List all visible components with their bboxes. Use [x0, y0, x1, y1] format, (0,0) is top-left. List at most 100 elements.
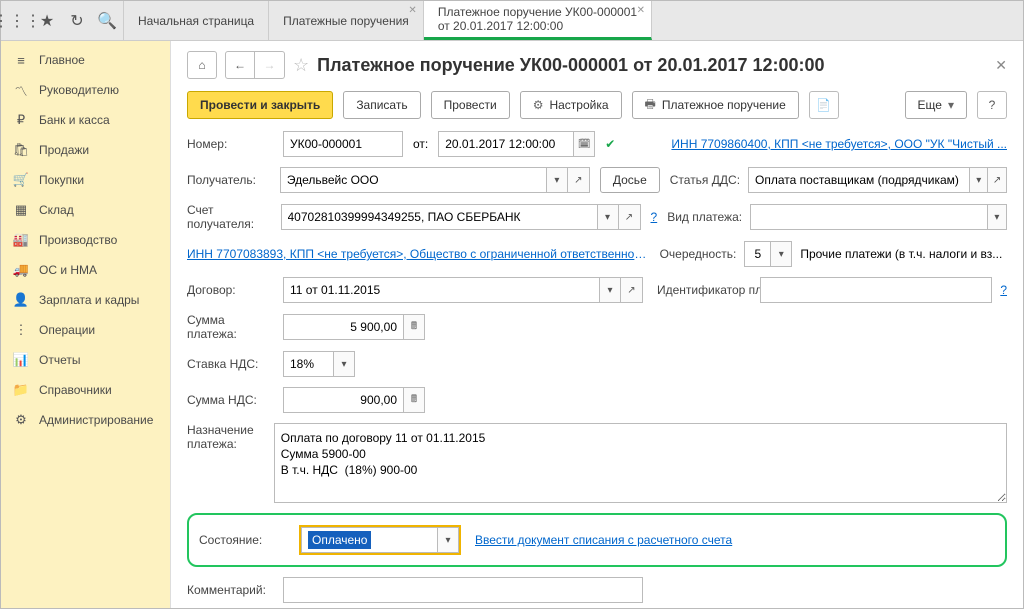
- sidebar: ≡Главное 〽Руководителю ₽Банк и касса 🛍Пр…: [1, 41, 171, 608]
- sidebar-item-admin[interactable]: ⚙Администрирование: [1, 405, 170, 435]
- close-icon[interactable]: ✕: [408, 5, 416, 16]
- sidebar-item-manager[interactable]: 〽Руководителю: [1, 75, 170, 105]
- status-highlight: Состояние: Оплачено▾ Ввести документ спи…: [187, 513, 1007, 567]
- search-icon[interactable]: 🔍: [97, 11, 117, 31]
- chevron-down-icon: ▾: [948, 98, 954, 112]
- contract-label: Договор:: [187, 283, 273, 297]
- dossier-button[interactable]: Досье: [600, 167, 660, 193]
- sidebar-item-production[interactable]: 🏭Производство: [1, 225, 170, 255]
- sidebar-item-main[interactable]: ≡Главное: [1, 45, 170, 75]
- sidebar-item-purchases[interactable]: 🛒Покупки: [1, 165, 170, 195]
- grid-icon: ▦: [13, 202, 29, 218]
- tab-payment-orders[interactable]: Платежные поручения✕: [269, 1, 424, 40]
- history-icon[interactable]: ↻: [67, 11, 87, 31]
- gear-icon: ⚙: [13, 412, 29, 428]
- post-button[interactable]: Провести: [431, 91, 510, 119]
- favorite-icon[interactable]: ☆: [293, 55, 309, 76]
- factory-icon: 🏭: [13, 232, 29, 248]
- status-label: Состояние:: [199, 533, 285, 547]
- dropdown-icon[interactable]: ▾: [969, 167, 988, 193]
- more-button[interactable]: Еще▾: [905, 91, 967, 119]
- ruble-icon: ₽: [13, 112, 29, 128]
- dropdown-icon[interactable]: ▾: [597, 204, 619, 230]
- recipient-input[interactable]: [280, 167, 546, 193]
- recip-acct-input[interactable]: [281, 204, 597, 230]
- bag-icon: 🛍: [13, 142, 29, 158]
- pay-id-input[interactable]: [760, 277, 992, 303]
- dropdown-icon[interactable]: ▾: [770, 241, 792, 267]
- vat-sum-input[interactable]: [283, 387, 403, 413]
- open-icon[interactable]: ↗: [619, 204, 641, 230]
- dropdown-icon[interactable]: ▾: [437, 527, 459, 553]
- recip-acct-label: Счет получателя:: [187, 203, 271, 231]
- page-header: ⌂ ← → ☆ Платежное поручение УК00-000001 …: [171, 41, 1023, 85]
- date-input[interactable]: [438, 131, 573, 157]
- forward-button[interactable]: →: [255, 51, 285, 79]
- recipient-label: Получатель:: [187, 173, 270, 187]
- help-link[interactable]: ?: [1000, 283, 1007, 297]
- dropdown-icon[interactable]: ▾: [333, 351, 355, 377]
- contract-input[interactable]: [283, 277, 599, 303]
- report-icon: 📊: [13, 352, 29, 368]
- calc-icon[interactable]: 🖩: [403, 387, 425, 413]
- register-link[interactable]: Ввести документ списания с расчетного сч…: [475, 533, 732, 547]
- dds-input[interactable]: [748, 167, 969, 193]
- tab-home[interactable]: Начальная страница: [124, 1, 269, 40]
- post-close-button[interactable]: Провести и закрыть: [187, 91, 333, 119]
- calc-icon[interactable]: 🖩: [403, 314, 425, 340]
- pay-id-label: Идентификатор платежа:: [657, 283, 752, 297]
- recip-details-link[interactable]: ИНН 7707083893, КПП <не требуется>, Обще…: [187, 247, 650, 261]
- sidebar-item-bank[interactable]: ₽Банк и касса: [1, 105, 170, 135]
- dropdown-icon[interactable]: ▾: [599, 277, 621, 303]
- person-icon: 👤: [13, 292, 29, 308]
- date-label: от:: [413, 137, 428, 151]
- toolbar-icons: ⋮⋮⋮ ★ ↻ 🔍: [1, 1, 124, 40]
- close-icon[interactable]: ✕: [637, 5, 645, 16]
- attachments-button[interactable]: 📄: [809, 91, 839, 119]
- priority-text: Прочие платежи (в т.ч. налоги и вз...: [800, 247, 1002, 261]
- truck-icon: 🚚: [13, 262, 29, 278]
- sidebar-item-warehouse[interactable]: ▦Склад: [1, 195, 170, 225]
- priority-input[interactable]: [744, 241, 770, 267]
- dropdown-icon[interactable]: ▾: [546, 167, 568, 193]
- sidebar-item-sales[interactable]: 🛍Продажи: [1, 135, 170, 165]
- sidebar-item-reports[interactable]: 📊Отчеты: [1, 345, 170, 375]
- purpose-textarea[interactable]: [274, 423, 1007, 503]
- menu-icon: ≡: [13, 52, 29, 68]
- save-button[interactable]: Записать: [343, 91, 420, 119]
- pay-type-label: Вид платежа:: [667, 210, 742, 224]
- calendar-icon[interactable]: 🗓: [573, 131, 595, 157]
- help-button[interactable]: ?: [977, 91, 1007, 119]
- sidebar-item-assets[interactable]: 🚚ОС и НМА: [1, 255, 170, 285]
- vat-rate-input[interactable]: [283, 351, 333, 377]
- print-icon: 🖶: [645, 95, 656, 116]
- comment-label: Комментарий:: [187, 583, 273, 597]
- help-link[interactable]: ?: [651, 210, 658, 224]
- apps-icon[interactable]: ⋮⋮⋮: [7, 11, 27, 31]
- folder-icon: 📁: [13, 382, 29, 398]
- sidebar-item-hr[interactable]: 👤Зарплата и кадры: [1, 285, 170, 315]
- number-input[interactable]: [283, 131, 403, 157]
- close-page-icon[interactable]: ✕: [995, 57, 1007, 74]
- pay-type-input[interactable]: [750, 204, 987, 230]
- back-button[interactable]: ←: [225, 51, 255, 79]
- open-icon[interactable]: ↗: [568, 167, 590, 193]
- amount-input[interactable]: [283, 314, 403, 340]
- status-select[interactable]: Оплачено: [301, 527, 437, 553]
- vat-sum-label: Сумма НДС:: [187, 393, 273, 407]
- sidebar-item-operations[interactable]: ⋮Операции: [1, 315, 170, 345]
- print-button[interactable]: 🖶Платежное поручение: [632, 91, 799, 119]
- home-button[interactable]: ⌂: [187, 51, 217, 79]
- tabs: Начальная страница Платежные поручения✕ …: [124, 1, 652, 40]
- star-icon[interactable]: ★: [37, 11, 57, 31]
- amount-label: Сумма платежа:: [187, 313, 273, 341]
- tab-payment-order-doc[interactable]: Платежное поручение УК00-000001 от 20.01…: [424, 1, 652, 40]
- comment-input[interactable]: [283, 577, 643, 603]
- settings-button[interactable]: ⚙Настройка: [520, 91, 622, 119]
- open-icon[interactable]: ↗: [988, 167, 1007, 193]
- dropdown-icon[interactable]: ▾: [987, 204, 1007, 230]
- sidebar-item-catalogs[interactable]: 📁Справочники: [1, 375, 170, 405]
- purpose-label: Назначение платежа:: [187, 423, 264, 451]
- open-icon[interactable]: ↗: [621, 277, 643, 303]
- payer-details-link[interactable]: ИНН 7709860400, КПП <не требуется>, ООО …: [671, 137, 1007, 151]
